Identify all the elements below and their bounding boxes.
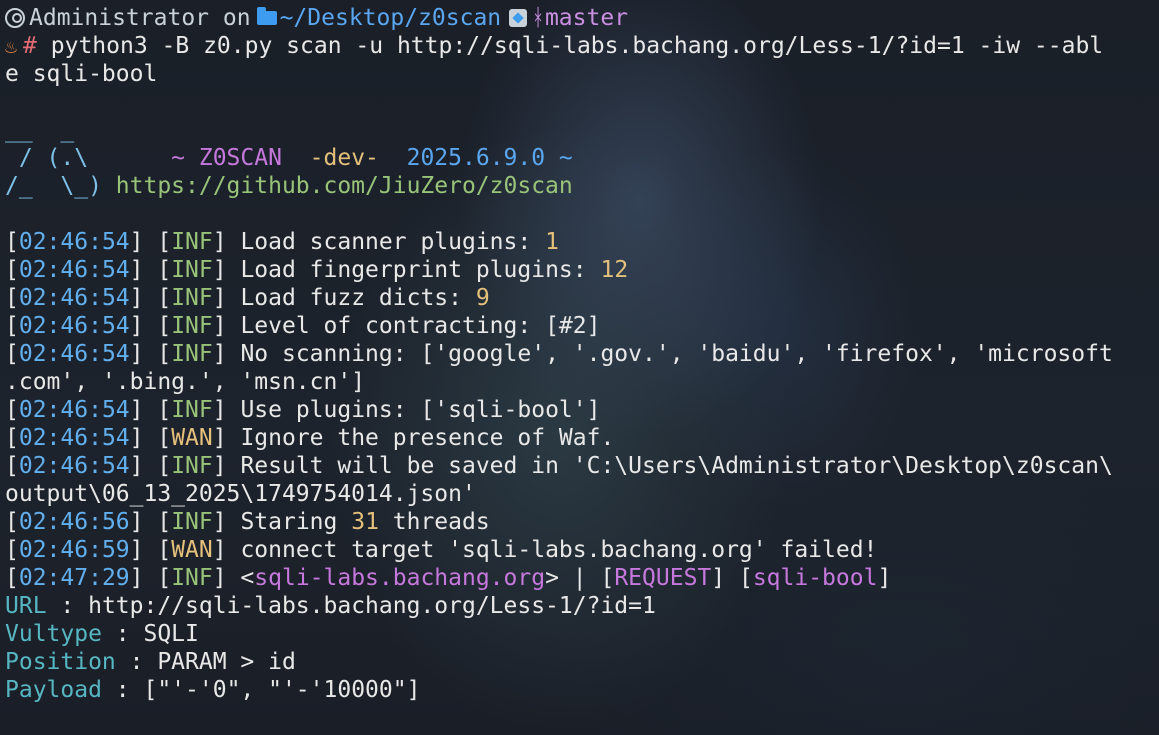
log-text: Load fingerprint plugins: [240,257,601,283]
log-time: 02:46:54 [18,313,130,339]
log-time: 02:46:56 [18,509,130,535]
log-text: Ignore the presence of Waf. [240,425,615,451]
prompt-line: Administrator on ~/Desktop/z0scan ᚼ mast… [5,4,1159,32]
fire-icon: ♨ [5,34,18,58]
finding-payload: Payload : ["'-'0", "'-'10000"] [5,677,421,703]
command-line[interactable]: ♨ # python3 -B z0.py scan -u http://sqli-… [5,32,1159,60]
finding-type: REQUEST [614,565,712,591]
log-time: 02:46:54 [18,453,130,479]
banner-name: ~ Z0SCAN [171,145,282,171]
log-line: output\06_13_2025\1749754014.json' [5,480,1159,508]
log-text: output\06_13_2025\1749754014.json' [5,481,476,507]
log-line: [02:46:54] [INF] Load fuzz dicts: 9 [5,285,490,311]
branch-icon: ᚼ [531,5,545,31]
log-time: 02:46:54 [18,341,130,367]
banner-title-line: / (.\ ~ Z0SCAN -dev- 2025.6.9.0 ~ [5,144,1159,172]
log-level: INF [171,285,213,311]
log-line: [02:46:54] [INF] Load scanner plugins: 1 [5,229,559,255]
prompt-branch: master [544,5,629,31]
log-time: 02:47:29 [18,565,130,591]
banner-art-line-2: / (.\ [5,145,172,171]
banner-tag: -dev- [309,145,379,171]
log-line: [02:46:54] [INF] Level of contracting: [… [5,313,601,339]
finding-line: [02:47:29] [INF] <sqli-labs.bachang.org>… [5,565,892,591]
finding-position: Position : PARAM > id [5,649,296,675]
log-suffix: threads [378,509,490,535]
git-icon [509,9,528,27]
log-line: [02:46:54] [INF] No scanning: ['google',… [5,341,1113,367]
log-text: Level of contracting: [#2] [240,313,601,339]
log-level: WAN [171,537,213,563]
log-number: 31 [351,509,379,535]
prompt-on: on [222,5,251,31]
command-text: python3 -B z0.py scan -u http://sqli-lab… [50,33,1104,59]
log-text: .com', '.bing.', 'msn.cn'] [5,369,366,395]
command-text-wrap: e sqli-bool [5,61,158,87]
banner-version: 2025.6.9.0 ~ [406,145,573,171]
log-time: 02:46:59 [18,537,130,563]
prompt-hash: # [23,33,37,59]
log-line: [02:46:54] [WAN] Ignore the presence of … [5,425,615,451]
folder-icon [256,7,277,25]
log-level: INF [171,257,213,283]
log-time: 02:46:54 [18,285,130,311]
log-text: No scanning: ['google', '.gov.', 'baidu'… [240,341,1113,367]
log-line: [02:46:59] [WAN] connect target 'sqli-la… [5,537,878,563]
log-level: INF [171,229,213,255]
log-text: Result will be saved in 'C:\Users\Admini… [240,453,1113,479]
banner-url[interactable]: https://github.com/JiuZero/z0scan [116,173,573,199]
log-level: INF [171,313,213,339]
finding-vultype: Vultype : SQLI [5,621,199,647]
log-level: INF [171,341,213,367]
banner-art-line-3: /_ \_) [5,173,116,199]
log-line: [02:46:54] [INF] Result will be saved in… [5,453,1113,479]
log-text: Load scanner plugins: [240,229,546,255]
log-level: INF [171,397,213,423]
log-level: INF [171,453,213,479]
log-level: INF [171,565,213,591]
log-number: 9 [475,285,490,311]
log-time: 02:46:54 [18,257,130,283]
log-level: WAN [171,425,213,451]
user-icon [5,8,25,28]
log-list: [02:46:54] [INF] Load scanner plugins: 1… [5,228,1159,564]
finding-url: URL : http://sqli-labs.bachang.org/Less-… [5,593,656,619]
banner-url-line: /_ \_) https://github.com/JiuZero/z0scan [5,172,1159,200]
log-text: Use plugins: ['sqli-bool'] [240,397,601,423]
log-number: 1 [545,229,559,255]
finding-plugin: sqli-bool [752,565,878,591]
log-text: connect target 'sqli-labs.bachang.org' f… [240,537,878,563]
log-line: .com', '.bing.', 'msn.cn'] [5,368,1159,396]
prompt-user: Administrator [29,5,210,31]
log-time: 02:46:54 [18,229,130,255]
log-time: 02:46:54 [18,425,130,451]
terminal[interactable]: Administrator on ~/Desktop/z0scan ᚼ mast… [0,0,1159,704]
log-number: 12 [600,257,629,283]
log-text: Load fuzz dicts: [240,285,476,311]
log-line: [02:46:56] [INF] Staring 31 threads [5,509,490,535]
log-time: 02:46:54 [18,397,130,423]
log-line: [02:46:54] [INF] Use plugins: ['sqli-boo… [5,397,601,423]
banner-art-line-1: __ _ [5,117,75,143]
log-level: INF [171,509,213,535]
log-text: Staring [240,509,352,535]
log-line: [02:46:54] [INF] Load fingerprint plugin… [5,257,629,283]
prompt-path: ~/Desktop/z0scan [279,5,502,31]
finding-host: sqli-labs.bachang.org [254,565,546,591]
